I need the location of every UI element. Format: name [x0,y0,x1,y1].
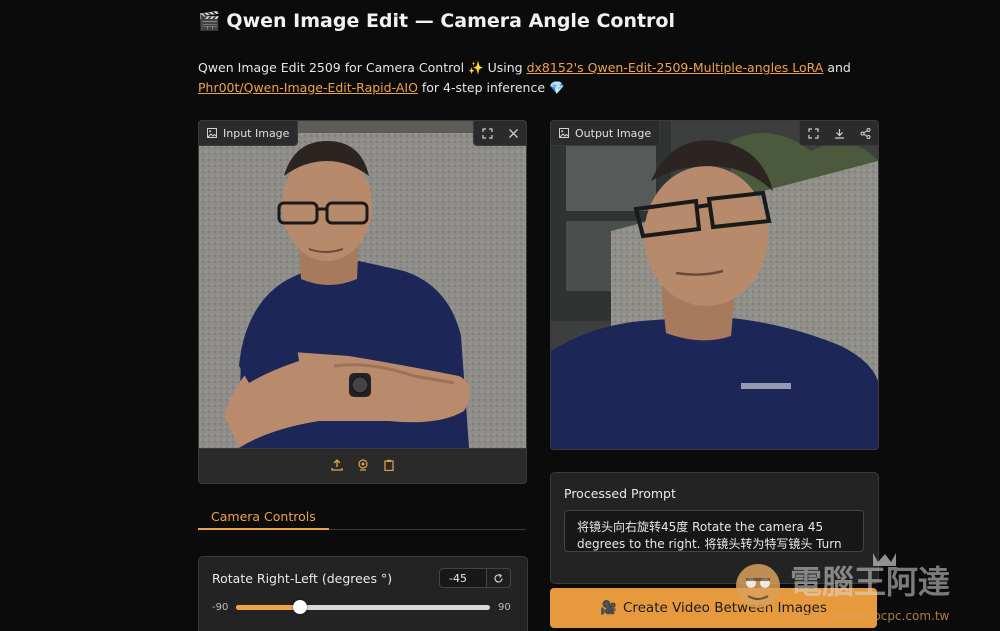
input-image-panel: Input Image [198,120,527,484]
image-icon [559,128,569,138]
input-image-label-text: Input Image [223,126,290,140]
processed-prompt-panel: Processed Prompt 将镜头向右旋转45度 Rotate the c… [550,472,879,584]
camera-icon: 🎥 [600,600,617,616]
create-video-button[interactable]: 🎥 Create Video Between Images [550,588,877,628]
fullscreen-icon[interactable] [800,121,826,145]
share-icon[interactable] [852,121,878,145]
rotate-number-input[interactable]: -45 [439,568,487,588]
download-icon[interactable] [826,121,852,145]
processed-prompt-textbox[interactable]: 将镜头向右旋转45度 Rotate the camera 45 degrees … [564,510,864,552]
page-description: Qwen Image Edit 2509 for Camera Control … [198,58,888,98]
page-title-text: Qwen Image Edit — Camera Angle Control [226,10,675,32]
output-image-label-text: Output Image [575,126,652,140]
rotate-slider-thumb[interactable] [292,600,307,614]
rotate-label: Rotate Right-Left (degrees °) [212,571,393,586]
output-image-tools [799,121,878,146]
clapper-icon: 🎬 [198,11,221,32]
description-mid: and [823,60,851,75]
rotate-min-label: -90 [212,602,229,613]
settings-tabs: Camera Controls [198,504,526,530]
input-image-label: Input Image [199,121,299,146]
rotate-slider-track[interactable] [236,605,490,610]
webcam-icon[interactable] [357,458,369,474]
rapid-aio-link[interactable]: Phr00t/Qwen-Image-Edit-Rapid-AIO [198,80,418,95]
description-suffix: for 4-step inference 💎 [417,80,565,95]
image-icon [207,128,217,138]
page-title: 🎬 Qwen Image Edit — Camera Angle Control [198,10,675,32]
output-image-panel: Output Image [550,120,879,450]
processed-prompt-title: Processed Prompt [564,486,676,501]
lora-link[interactable]: dx8152's Qwen-Edit-2509-Multiple-angles … [527,60,824,75]
create-video-label: Create Video Between Images [622,600,827,616]
tab-camera-controls[interactable]: Camera Controls [198,504,329,530]
rotate-max-label: 90 [498,602,511,613]
clipboard-icon[interactable] [383,459,395,474]
input-photo [199,121,526,448]
rotate-slider-fill [236,605,300,610]
upload-icon[interactable] [330,458,343,474]
input-image-tools [473,121,526,146]
fullscreen-icon[interactable] [474,121,500,145]
output-photo [551,121,878,449]
rotate-control: Rotate Right-Left (degrees °) -45 -90 90 [198,556,528,631]
reset-icon[interactable] [487,568,511,588]
app-page: 🎬 Qwen Image Edit — Camera Angle Control … [0,0,1000,631]
close-icon[interactable] [500,121,526,145]
output-image-label: Output Image [551,121,661,146]
input-actions-bar [199,448,526,483]
description-prefix: Qwen Image Edit 2509 for Camera Control … [198,60,527,75]
